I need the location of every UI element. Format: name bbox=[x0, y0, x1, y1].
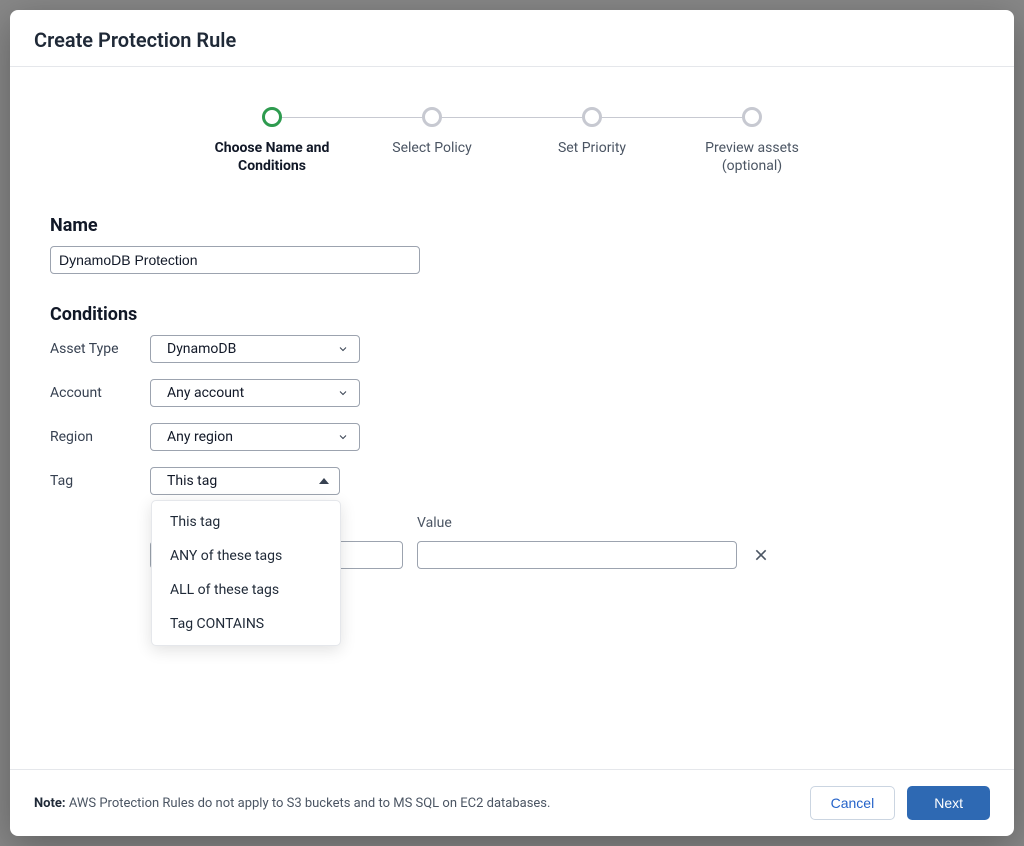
account-label: Account bbox=[50, 385, 150, 401]
chevron-up-icon bbox=[319, 478, 329, 484]
cancel-button[interactable]: Cancel bbox=[810, 786, 896, 820]
footer-note-text: AWS Protection Rules do not apply to S3 … bbox=[66, 796, 551, 811]
modal-footer: Note: AWS Protection Rules do not apply … bbox=[10, 769, 1014, 836]
account-value: Any account bbox=[167, 385, 244, 401]
chevron-down-icon bbox=[337, 431, 349, 443]
chevron-down-icon bbox=[337, 343, 349, 355]
step-select-policy[interactable]: Select Policy bbox=[352, 107, 512, 157]
step-circle-icon bbox=[742, 107, 762, 127]
step-choose-name[interactable]: Choose Name and Conditions bbox=[192, 107, 352, 175]
modal-header: Create Protection Rule bbox=[10, 10, 1014, 67]
modal-body: Choose Name and Conditions Select Policy… bbox=[10, 67, 1014, 769]
tag-option-all[interactable]: ALL of these tags bbox=[152, 573, 340, 607]
account-select[interactable]: Any account bbox=[150, 379, 360, 407]
tag-value-column: Value bbox=[417, 515, 737, 569]
step-line bbox=[432, 117, 592, 118]
footer-note-bold: Note: bbox=[34, 796, 66, 811]
step-circle-icon bbox=[422, 107, 442, 127]
tag-mode-dropdown: This tag ANY of these tags ALL of these … bbox=[151, 500, 341, 646]
conditions-section: Conditions Asset Type DynamoDB Account A… bbox=[50, 304, 974, 569]
wizard-stepper: Choose Name and Conditions Select Policy… bbox=[50, 107, 974, 175]
tag-option-this[interactable]: This tag bbox=[152, 505, 340, 539]
step-line bbox=[592, 117, 752, 118]
step-set-priority[interactable]: Set Priority bbox=[512, 107, 672, 157]
region-row: Region Any region bbox=[50, 423, 974, 451]
step-label: Set Priority bbox=[558, 139, 626, 157]
region-value: Any region bbox=[167, 429, 233, 445]
asset-type-select[interactable]: DynamoDB bbox=[150, 335, 360, 363]
tag-value-input[interactable] bbox=[417, 541, 737, 569]
tag-mode-select[interactable]: This tag This tag ANY of these tags ALL … bbox=[150, 467, 340, 495]
rule-name-input[interactable] bbox=[50, 246, 420, 274]
region-label: Region bbox=[50, 429, 150, 445]
asset-type-label: Asset Type bbox=[50, 341, 150, 357]
step-label: Preview assets (optional) bbox=[682, 139, 822, 175]
name-heading: Name bbox=[50, 215, 974, 236]
tag-label: Tag bbox=[50, 473, 150, 489]
tag-value-label: Value bbox=[417, 515, 737, 531]
asset-type-value: DynamoDB bbox=[167, 341, 236, 357]
modal-title: Create Protection Rule bbox=[34, 28, 990, 52]
name-section: Name bbox=[50, 215, 974, 274]
account-row: Account Any account bbox=[50, 379, 974, 407]
create-protection-rule-modal: Create Protection Rule Choose Name and C… bbox=[10, 10, 1014, 836]
tag-option-any[interactable]: ANY of these tags bbox=[152, 539, 340, 573]
tag-mode-value: This tag bbox=[167, 473, 217, 489]
footer-note: Note: AWS Protection Rules do not apply … bbox=[34, 796, 550, 811]
footer-actions: Cancel Next bbox=[810, 786, 990, 820]
remove-tag-button[interactable] bbox=[751, 541, 771, 569]
region-select[interactable]: Any region bbox=[150, 423, 360, 451]
step-label: Select Policy bbox=[392, 139, 471, 157]
step-circle-icon bbox=[582, 107, 602, 127]
tag-row: Tag This tag This tag ANY of these tags … bbox=[50, 467, 974, 495]
asset-type-row: Asset Type DynamoDB bbox=[50, 335, 974, 363]
next-button[interactable]: Next bbox=[907, 786, 990, 820]
chevron-down-icon bbox=[337, 387, 349, 399]
step-line bbox=[272, 117, 432, 118]
close-icon bbox=[753, 547, 769, 563]
step-label: Choose Name and Conditions bbox=[202, 139, 342, 175]
conditions-heading: Conditions bbox=[50, 304, 974, 325]
tag-option-contains[interactable]: Tag CONTAINS bbox=[152, 607, 340, 641]
step-circle-icon bbox=[262, 107, 282, 127]
